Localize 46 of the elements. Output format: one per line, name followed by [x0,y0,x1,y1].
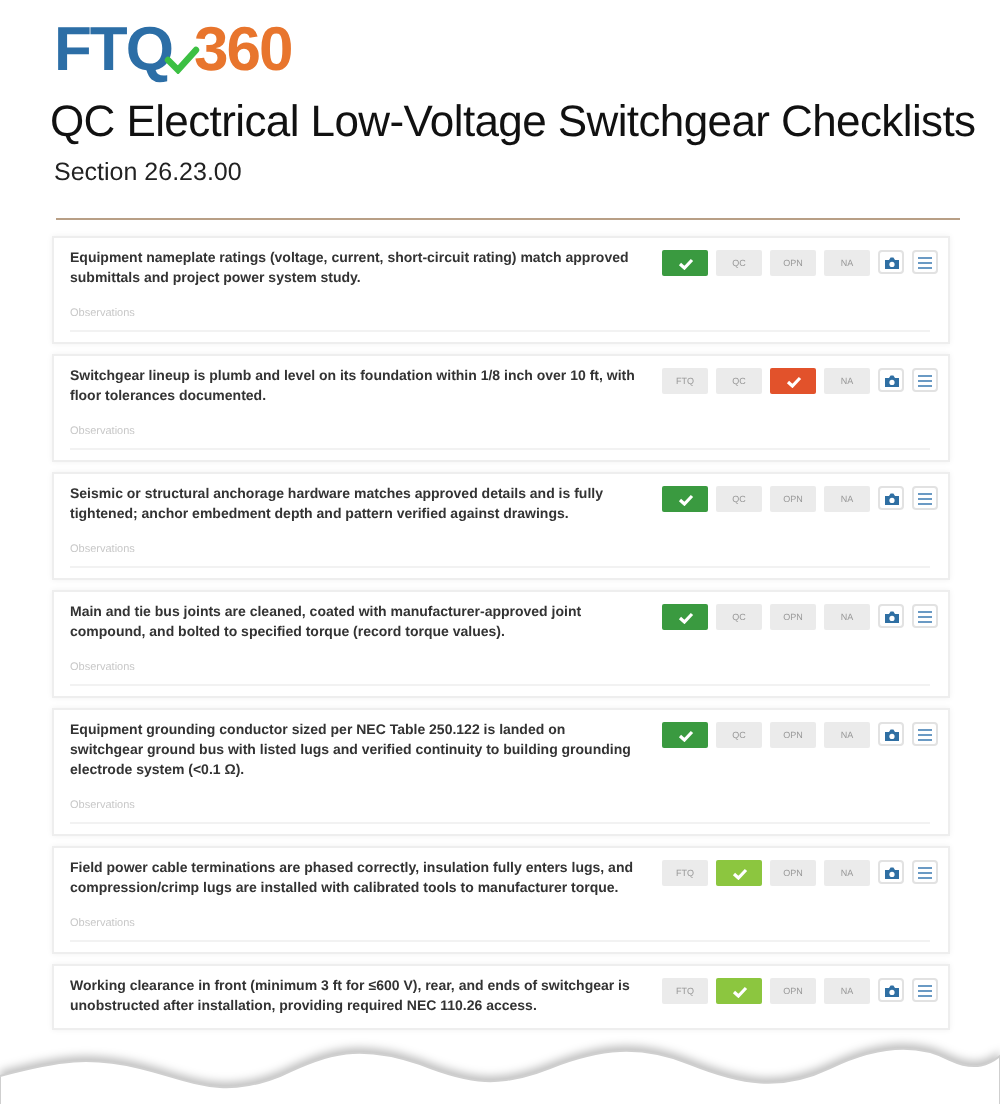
logo-text: FTQ [54,14,172,86]
menu-button[interactable] [912,722,938,746]
check-icon [677,729,693,741]
camera-icon [883,727,899,741]
menu-button[interactable] [912,978,938,1002]
section-label: Section 26.23.00 [54,158,244,186]
check-icon [677,493,693,505]
selected-status-button[interactable] [716,978,762,1004]
selected-status-button[interactable] [662,604,708,630]
menu-icon [918,373,932,387]
menu-icon [918,727,932,741]
check-icon [785,375,801,387]
page-title: QC Electrical Low-Voltage Switchgear Checklists [50,96,978,148]
camera-button[interactable] [878,604,904,628]
camera-icon [883,609,899,623]
camera-button[interactable] [878,250,904,274]
camera-icon [883,865,899,879]
selected-status-button[interactable] [662,486,708,512]
selected-status-button[interactable] [770,368,816,394]
menu-button[interactable] [912,860,938,884]
selected-status-button[interactable] [716,860,762,886]
check-icon [677,611,693,623]
menu-icon [918,255,932,269]
camera-icon [883,373,899,387]
camera-button[interactable] [878,486,904,510]
menu-button[interactable] [912,486,938,510]
menu-icon [918,865,932,879]
camera-button[interactable] [878,722,904,746]
menu-button[interactable] [912,250,938,274]
check-icon [731,867,747,879]
camera-button[interactable] [878,978,904,1002]
menu-button[interactable] [912,368,938,392]
camera-icon [883,255,899,269]
menu-icon [918,609,932,623]
selected-status-button[interactable] [662,250,708,276]
check-icon [731,985,747,997]
selected-status-button[interactable] [662,722,708,748]
menu-icon [918,491,932,505]
menu-button[interactable] [912,604,938,628]
check-icon [677,257,693,269]
camera-icon [883,983,899,997]
logo-text: 360 [194,14,292,86]
camera-button[interactable] [878,860,904,884]
camera-icon [883,491,899,505]
menu-icon [918,983,932,997]
camera-button[interactable] [878,368,904,392]
